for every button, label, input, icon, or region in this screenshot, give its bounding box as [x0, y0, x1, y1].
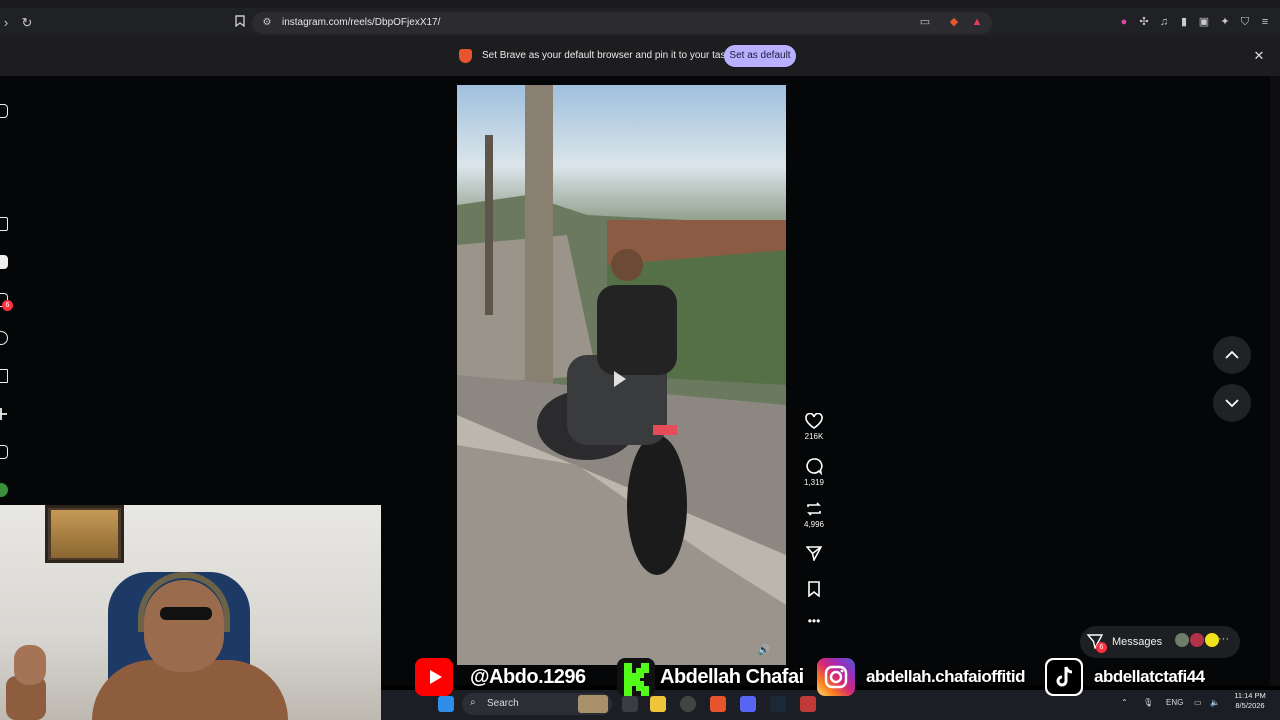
- like-action[interactable]: 216K: [800, 413, 828, 442]
- messages-badge: 6: [1096, 642, 1107, 653]
- vpn-icon[interactable]: ⛉: [1238, 15, 1252, 29]
- sidebar-toggle-icon[interactable]: ▮: [1177, 15, 1191, 29]
- kick-logo-icon: [617, 658, 655, 696]
- dashboard-icon[interactable]: [0, 445, 8, 459]
- screen: › ↻ ⚙ instagram.com/reels/DbpOFjexX17/ ▭…: [0, 0, 1280, 720]
- repost-action[interactable]: 4,996: [800, 501, 828, 530]
- avatar: [1205, 633, 1219, 647]
- volume-icon[interactable]: 🔈: [1210, 696, 1220, 710]
- extensions-puzzle-icon[interactable]: ✣: [1137, 15, 1151, 29]
- clock-date: 8/5/2026: [1235, 701, 1265, 710]
- previous-reel-button[interactable]: [1213, 336, 1251, 374]
- repost-icon[interactable]: [805, 501, 823, 517]
- share-action[interactable]: [800, 545, 828, 561]
- sunglasses: [160, 607, 212, 620]
- chevron-up-icon: [1225, 350, 1239, 359]
- microphone-icon[interactable]: 🎙: [1143, 696, 1153, 710]
- network-icon[interactable]: ▭: [1194, 696, 1202, 710]
- clock[interactable]: 11:14 PM 8/5/2026: [1230, 691, 1270, 711]
- streamer-fist: [14, 645, 46, 685]
- set-as-default-button[interactable]: Set as default: [724, 45, 796, 67]
- lion-picture: [51, 510, 118, 558]
- save-icon[interactable]: [807, 581, 821, 597]
- scrollbar[interactable]: [1270, 76, 1280, 686]
- tiktok-handle: abdellatctafi44: [1094, 667, 1205, 686]
- search-icon: ⌕: [470, 697, 476, 708]
- forward-icon[interactable]: ›: [0, 13, 16, 33]
- taskbar-search-label: Search: [487, 698, 519, 709]
- next-reel-button[interactable]: [1213, 384, 1251, 422]
- file-explorer-icon[interactable]: [650, 696, 666, 712]
- url-text[interactable]: instagram.com/reels/DbpOFjexX17/: [282, 15, 440, 31]
- infobar-message: Set Brave as your default browser and pi…: [482, 50, 745, 61]
- clock-time: 11:14 PM: [1234, 691, 1266, 700]
- explore-icon[interactable]: [0, 369, 8, 383]
- more-options-icon[interactable]: •••: [800, 614, 828, 628]
- steam-icon[interactable]: [770, 696, 786, 712]
- brave-shields-icon[interactable]: ◆: [947, 15, 961, 29]
- discord-icon[interactable]: [740, 696, 756, 712]
- media-icon[interactable]: ♫: [1157, 15, 1171, 29]
- youtube-handle: @Abdo.1296: [470, 666, 586, 688]
- chevron-down-icon: [1225, 399, 1239, 408]
- tray-chevron-icon[interactable]: ⌃: [1121, 696, 1128, 710]
- heart-icon[interactable]: [805, 413, 823, 429]
- send-icon[interactable]: [806, 545, 822, 561]
- play-icon[interactable]: [614, 371, 626, 387]
- home-icon[interactable]: [0, 217, 8, 231]
- volume-icon[interactable]: 🔊: [757, 644, 771, 658]
- site-info-icon[interactable]: ⚙: [257, 13, 277, 33]
- windows-start-icon[interactable]: [438, 696, 454, 712]
- app-icon[interactable]: [800, 696, 816, 712]
- avatar: [1190, 633, 1204, 647]
- kick-name: Abdellah Chafai: [660, 666, 804, 688]
- task-view-icon[interactable]: [622, 696, 638, 712]
- brave-logo-icon: [459, 49, 472, 63]
- comments-count: 1,319: [803, 478, 825, 487]
- more-icon: ···: [1218, 633, 1229, 645]
- obs-icon[interactable]: [680, 696, 696, 712]
- youtube-logo-icon: [415, 658, 453, 696]
- extension-icon[interactable]: ●: [1117, 15, 1131, 29]
- notification-badge: 6: [2, 300, 13, 311]
- instagram-logo-icon[interactable]: [0, 104, 8, 118]
- bookmark-icon[interactable]: [230, 13, 250, 33]
- language-indicator[interactable]: ENG: [1166, 696, 1183, 710]
- reposts-count: 4,996: [803, 520, 825, 529]
- close-icon[interactable]: ✕: [1252, 48, 1266, 64]
- messages-label: Messages: [1112, 636, 1163, 648]
- likes-count: 216K: [804, 432, 824, 441]
- brave-rewards-icon[interactable]: ▲: [970, 15, 984, 29]
- instagram-handle: abdellah.chafaioffitid: [866, 667, 1026, 686]
- tiktok-logo-icon: [1045, 658, 1083, 696]
- search-highlight-icon: [578, 695, 608, 713]
- comment-action[interactable]: 1,319: [800, 457, 828, 488]
- tab-strip: [0, 0, 1280, 8]
- leo-ai-icon[interactable]: ✦: [1218, 15, 1232, 29]
- create-icon[interactable]: [0, 407, 8, 421]
- instagram-logo-icon: [817, 658, 855, 696]
- wallet-icon[interactable]: ▣: [1197, 15, 1211, 29]
- avatar: [1175, 633, 1189, 647]
- reload-icon[interactable]: ↻: [17, 13, 37, 33]
- reels-icon[interactable]: [0, 255, 8, 269]
- cast-icon[interactable]: ▭: [918, 15, 932, 29]
- comment-icon[interactable]: [805, 457, 823, 475]
- menu-icon[interactable]: ≡: [1258, 15, 1272, 29]
- brave-icon[interactable]: [710, 696, 726, 712]
- save-action[interactable]: [800, 581, 828, 597]
